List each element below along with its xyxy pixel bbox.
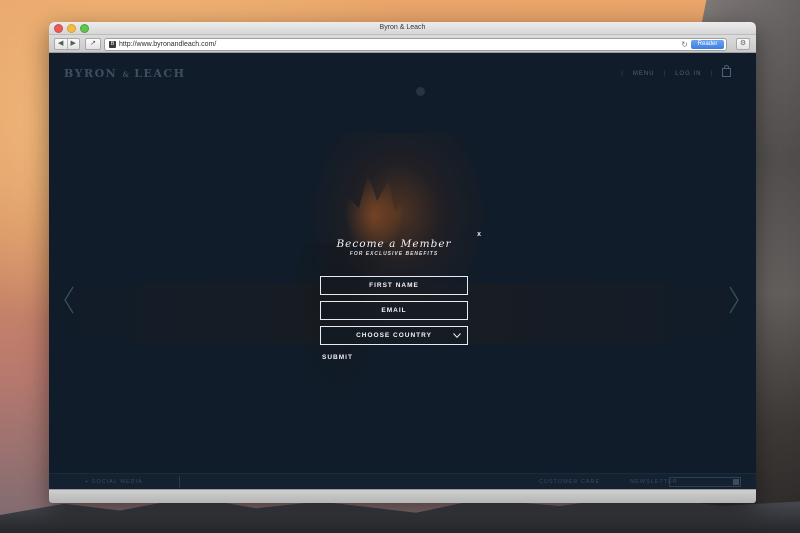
- history-nav: ◀ ▶: [54, 38, 80, 50]
- url-text[interactable]: http://www.byronandleach.com/: [119, 39, 216, 50]
- header-nav: | MENU | LOG IN |: [621, 65, 731, 78]
- modal-subtitle: FOR EXCLUSIVE BENEFITS: [349, 251, 439, 257]
- newsletter-submit-button[interactable]: [733, 479, 739, 485]
- title-bar: Byron & Leach: [49, 22, 756, 35]
- footer-links: CUSTOMER CARE NEWSLETTER: [539, 479, 678, 485]
- site-logo[interactable]: BYRON & LEACH: [64, 67, 186, 80]
- reload-icon[interactable]: ↻: [681, 39, 688, 50]
- page-viewport: BYRON & LEACH | MENU | LOG IN | x Become…: [49, 53, 756, 503]
- chevron-down-icon: [453, 333, 461, 338]
- membership-modal: x Become a Member FOR EXCLUSIVE BENEFITS…: [320, 229, 481, 361]
- site-header: BYRON & LEACH | MENU | LOG IN |: [49, 53, 756, 93]
- submit-button[interactable]: SUBMIT: [322, 354, 468, 361]
- modal-title: Become a Member: [336, 238, 452, 250]
- next-slide-button[interactable]: [728, 286, 740, 314]
- logo-word-right: LEACH: [134, 67, 186, 80]
- logo-ampersand: &: [122, 70, 129, 79]
- country-select[interactable]: CHOOSE COUNTRY: [320, 326, 468, 345]
- address-bar[interactable]: B http://www.byronandleach.com/ ↻ Reader: [104, 38, 727, 51]
- newsletter-input[interactable]: [669, 477, 741, 487]
- chevron-left-icon: [64, 286, 74, 314]
- hero-indicator-dot: [416, 87, 425, 96]
- country-select-value: CHOOSE COUNTRY: [356, 332, 432, 339]
- footer-divider: [179, 476, 180, 488]
- nav-divider: |: [663, 70, 667, 77]
- minimize-window-button[interactable]: [67, 24, 76, 33]
- logo-word-left: BYRON: [64, 67, 118, 80]
- prev-slide-button[interactable]: [63, 286, 75, 314]
- browser-toolbar: ◀ ▶ ↗ B http://www.byronandleach.com/ ↻ …: [49, 35, 756, 53]
- customer-care-link[interactable]: CUSTOMER CARE: [539, 479, 600, 485]
- reader-button[interactable]: Reader: [691, 40, 724, 49]
- settings-button[interactable]: ⚙: [736, 38, 750, 50]
- close-window-button[interactable]: [54, 24, 63, 33]
- shopping-bag-icon[interactable]: [722, 65, 731, 77]
- window-controls: [54, 24, 89, 33]
- site-favicon: B: [109, 41, 116, 48]
- nav-divider: |: [710, 70, 713, 77]
- site-footer: + SOCIAL MEDIA CUSTOMER CARE NEWSLETTER: [49, 473, 756, 490]
- window-title: Byron & Leach: [379, 24, 426, 31]
- gear-icon: ⚙: [739, 40, 747, 47]
- modal-close-button[interactable]: x: [477, 231, 481, 238]
- browser-window: Byron & Leach ◀ ▶ ↗ B http://www.byronan…: [49, 22, 756, 503]
- chevron-right-icon: [729, 286, 739, 314]
- nav-divider: |: [621, 70, 624, 77]
- social-media-link[interactable]: + SOCIAL MEDIA: [85, 479, 143, 485]
- login-link[interactable]: LOG IN: [675, 71, 701, 77]
- window-bottom-bar: [49, 489, 756, 503]
- share-icon: ↗: [90, 40, 96, 47]
- menu-link[interactable]: MENU: [633, 71, 655, 77]
- share-button[interactable]: ↗: [85, 38, 101, 50]
- forward-button[interactable]: ▶: [66, 39, 80, 49]
- email-field[interactable]: EMAIL: [320, 301, 468, 320]
- zoom-window-button[interactable]: [80, 24, 89, 33]
- back-button[interactable]: ◀: [55, 39, 67, 49]
- first-name-field[interactable]: FIRST NAME: [320, 276, 468, 295]
